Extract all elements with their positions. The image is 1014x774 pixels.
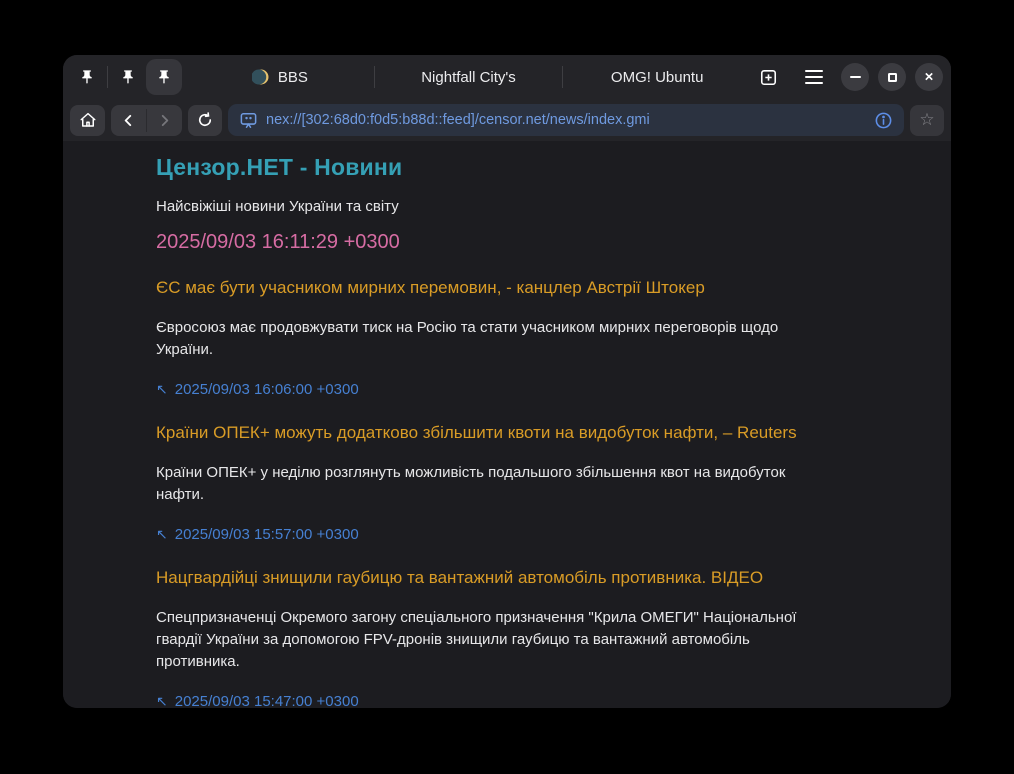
url-input[interactable] — [266, 112, 866, 128]
article-timestamp-link[interactable]: ↖ 2025/09/03 15:47:00 +0300 — [156, 693, 359, 708]
article-timestamp-link[interactable]: ↖ 2025/09/03 15:57:00 +0300 — [156, 526, 359, 543]
info-icon[interactable] — [874, 111, 893, 130]
close-button[interactable]: × — [915, 63, 943, 91]
crescent-moon-icon — [252, 68, 270, 86]
page-subtitle: Найсвіжіші новини України та світу — [156, 198, 841, 215]
article-timestamp-link[interactable]: ↖ 2025/09/03 16:06:00 +0300 — [156, 381, 359, 398]
pushpin-icon — [120, 69, 136, 85]
pushpin-icon — [79, 69, 95, 85]
browser-window: BBS Nightfall City's OMG! Ubuntu — [63, 55, 951, 708]
bookmark-button[interactable]: ☆ — [910, 105, 944, 136]
tab-bbs[interactable]: BBS — [186, 55, 374, 99]
article-title: Країни ОПЕК+ можуть додатково збільшити … — [156, 423, 841, 443]
reload-icon — [196, 111, 214, 129]
link-arrow-icon: ↖ — [156, 526, 168, 543]
article-summary: Країни ОПЕК+ у неділю розглянуть можливі… — [156, 462, 836, 506]
back-button[interactable] — [111, 105, 146, 136]
chevron-right-icon — [156, 112, 173, 129]
forward-button[interactable] — [147, 105, 182, 136]
tab-omg-ubuntu[interactable]: OMG! Ubuntu — [563, 55, 751, 99]
close-icon: × — [925, 69, 934, 84]
tab-bar: BBS Nightfall City's OMG! Ubuntu — [63, 55, 951, 99]
minimize-button[interactable] — [841, 63, 869, 91]
page-content: Цензор.НЕТ - Новини Найсвіжіші новини Ук… — [63, 141, 951, 708]
window-controls: × — [841, 63, 943, 91]
tab-nightfall-citys[interactable]: Nightfall City's — [375, 55, 563, 99]
article: ЄС має бути учасником мирних перемовин, … — [156, 278, 841, 399]
maximize-icon — [888, 73, 897, 82]
link-arrow-icon: ↖ — [156, 693, 168, 708]
separator — [107, 66, 108, 88]
pinned-tabs — [69, 59, 182, 95]
navigation-bar: ☆ — [63, 99, 951, 141]
article-summary: Євросоюз має продовжувати тиск на Росію … — [156, 317, 836, 361]
chevron-left-icon — [120, 112, 137, 129]
pinned-tab-2[interactable] — [110, 59, 146, 95]
article-summary: Спецпризначенці Окремого загону спеціаль… — [156, 607, 836, 673]
pinned-tab-3[interactable] — [146, 59, 182, 95]
address-bar[interactable] — [228, 104, 904, 136]
pushpin-icon — [156, 69, 172, 85]
hamburger-icon — [805, 70, 823, 85]
menu-button[interactable] — [797, 60, 831, 94]
plus-square-icon — [759, 68, 778, 87]
updated-heading: 2025/09/03 16:11:29 +0300 — [156, 231, 841, 254]
tab-label: Nightfall City's — [421, 69, 516, 86]
tab-strip: BBS Nightfall City's OMG! Ubuntu — [186, 55, 751, 99]
pinned-tab-1[interactable] — [69, 59, 105, 95]
article: Країни ОПЕК+ можуть додатково збільшити … — [156, 423, 841, 544]
article-title: ЄС має бути учасником мирних перемовин, … — [156, 278, 841, 298]
link-arrow-icon: ↖ — [156, 381, 168, 398]
star-icon: ☆ — [919, 110, 934, 130]
article-title: Нацгвардійці знищили гаубицю та вантажни… — [156, 568, 841, 588]
reload-button[interactable] — [188, 105, 222, 136]
tab-label: OMG! Ubuntu — [611, 69, 704, 86]
page-title: Цензор.НЕТ - Новини — [156, 154, 841, 181]
computer-monitor-icon — [239, 111, 258, 130]
tab-label: BBS — [278, 69, 308, 86]
new-tab-button[interactable] — [751, 60, 785, 94]
home-icon — [79, 111, 97, 129]
timestamp-label: 2025/09/03 15:57:00 +0300 — [175, 526, 359, 543]
article: Нацгвардійці знищили гаубицю та вантажни… — [156, 568, 841, 708]
minimize-icon — [850, 76, 861, 78]
timestamp-label: 2025/09/03 15:47:00 +0300 — [175, 693, 359, 708]
history-buttons — [111, 105, 182, 136]
maximize-button[interactable] — [878, 63, 906, 91]
home-button[interactable] — [70, 105, 105, 136]
timestamp-label: 2025/09/03 16:06:00 +0300 — [175, 381, 359, 398]
